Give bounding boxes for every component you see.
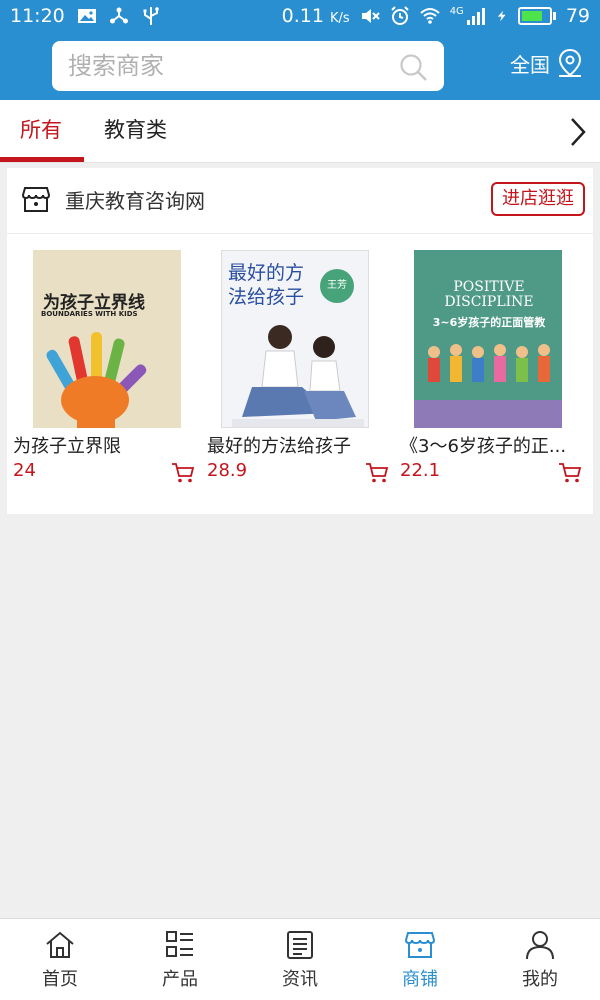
cart-icon[interactable] [365,462,389,484]
store-icon [21,187,51,212]
alarm-icon [390,6,409,25]
user-icon [526,931,554,960]
battery-level: 79 [565,5,590,27]
cart-icon[interactable] [171,462,195,484]
usb-icon [143,7,159,25]
shop-name[interactable]: 重庆教育咨询网 [65,185,205,214]
tab-education[interactable]: 教育类 [104,100,167,163]
status-time: 11:20 [10,5,65,27]
list-icon [166,931,193,957]
bottom-navigation: 首页 产品 资讯 商铺 我的 [0,918,600,1000]
product-list: 为孩子立界线 BOUNDARIES WITH KIDS 为孩子立界限 24 最好… [7,234,593,514]
tab-all[interactable]: 所有 [20,100,62,163]
product-price: 24 [13,460,36,481]
product-item[interactable]: POSITIVE DISCIPLINE 3~6岁孩子的正面管教 《3～6岁孩子的… [400,234,590,514]
signal-icon [466,8,485,25]
product-item[interactable]: 为孩子立界线 BOUNDARIES WITH KIDS 为孩子立界限 24 [13,234,203,514]
nav-home-label: 首页 [42,969,78,990]
signal-indicator: 4G [450,6,486,26]
status-bar: 11:20 0.11 K/s 4G 79 [0,0,600,34]
nav-news[interactable]: 资讯 [240,919,360,1000]
nav-mine-label: 我的 [522,969,558,990]
nav-shops[interactable]: 商铺 [360,919,480,1000]
book-cover-image[interactable]: 为孩子立界线 BOUNDARIES WITH KIDS [33,250,181,428]
region-label: 全国 [510,52,550,77]
nav-products-label: 产品 [162,969,198,990]
category-tabs: 所有 教育类 [0,100,600,163]
shop-header: 重庆教育咨询网 进店逛逛 [7,168,593,234]
active-tab-indicator [0,157,84,162]
mother-child-photo [232,325,364,427]
app-header: 全国 [0,34,600,100]
image-notification-icon [77,9,96,23]
book-cover-image[interactable]: 最好的方法给孩子 王芳 [221,250,369,428]
search-box[interactable] [52,41,444,91]
home-icon [46,931,74,958]
nav-home[interactable]: 首页 [0,919,120,1000]
cart-icon[interactable] [558,462,582,484]
network-speed: 0.11 K/s [281,5,350,27]
battery-icon [517,7,556,25]
book-cover-image[interactable]: POSITIVE DISCIPLINE 3~6岁孩子的正面管教 [414,250,562,428]
search-icon[interactable] [398,52,428,82]
share-icon [109,7,128,24]
nav-shops-label: 商铺 [402,969,438,990]
painted-hand-illustration [46,332,147,428]
product-price: 28.9 [207,460,248,481]
children-illustration [414,338,562,428]
chevron-right-icon[interactable] [566,114,590,150]
wifi-icon [420,8,440,24]
nav-news-label: 资讯 [282,969,318,990]
search-input[interactable] [52,41,372,91]
charging-icon [497,10,506,22]
product-price: 22.1 [400,460,441,481]
region-selector[interactable]: 全国 [510,48,584,78]
news-icon [287,931,313,959]
nav-products[interactable]: 产品 [120,919,240,1000]
nav-mine[interactable]: 我的 [480,919,600,1000]
product-item[interactable]: 最好的方法给孩子 王芳 最好的方法给孩子 28.9 [207,234,397,514]
shop-icon [404,932,436,958]
visit-shop-button[interactable]: 进店逛逛 [491,182,585,216]
shop-card: 重庆教育咨询网 进店逛逛 为孩子立界线 BOUNDARIES WITH KIDS [7,168,593,514]
product-name[interactable]: 最好的方法给孩子 [207,432,377,458]
mute-icon [361,9,380,23]
location-pin-icon [558,48,582,77]
product-name[interactable]: 《3～6岁孩子的正... [400,432,570,458]
product-name[interactable]: 为孩子立界限 [13,432,183,458]
